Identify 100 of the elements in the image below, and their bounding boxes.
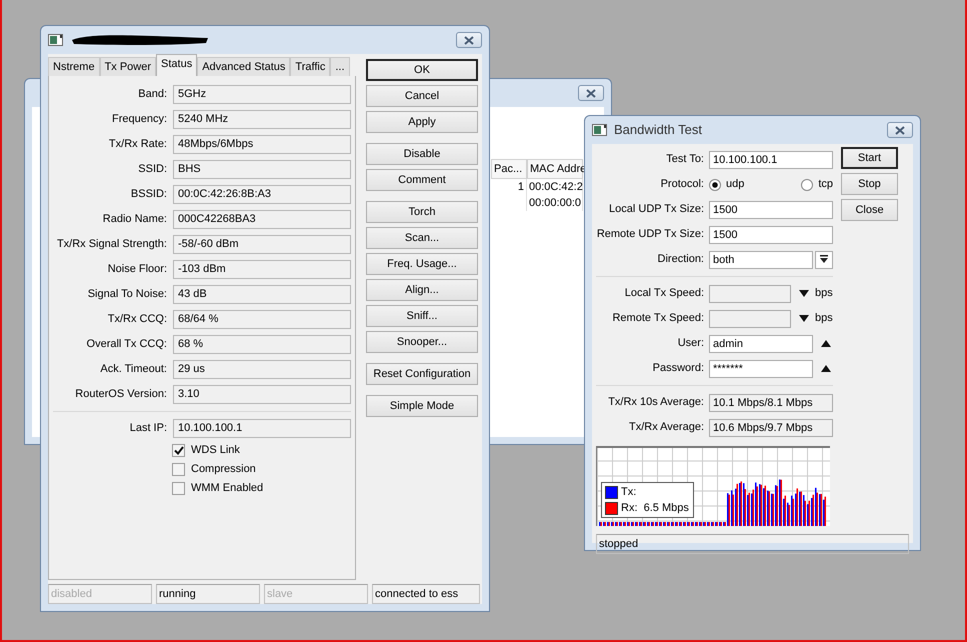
button[interactable]: Scan... [366,227,478,249]
close-button[interactable] [456,32,482,48]
readonly-field: 3.10 [173,385,351,404]
unit-label: bps [815,286,833,302]
input-field[interactable]: ******* [709,360,813,378]
input-field[interactable] [709,284,791,302]
checkbox-label: WDS Link [191,443,240,458]
field-label: Remote UDP Tx Size: [596,227,705,242]
readonly-field: 5240 MHz [173,110,351,129]
close-icon [895,126,905,134]
close-icon [464,36,474,44]
field-label: User: [676,336,705,352]
field-label: BSSID: [130,187,168,202]
checkbox[interactable] [172,482,185,495]
tab[interactable]: Nstreme [48,57,100,76]
button[interactable]: Align... [366,279,478,301]
button[interactable]: Torch [366,201,478,223]
button[interactable]: Snooper... [366,331,478,353]
readonly-field: 43 dB [173,285,351,304]
field-label: Local UDP Tx Size: [608,202,705,218]
radio-button[interactable] [801,178,814,190]
readonly-field: 48Mbps/6Mbps [173,135,351,154]
down-triangle-icon [799,290,809,297]
readonly-field: -103 dBm [173,260,351,279]
dropdown-button[interactable] [815,250,833,268]
input-field[interactable] [709,310,791,328]
checkbox-label: WMM Enabled [191,481,264,496]
field-label: Ack. Timeout: [99,362,168,378]
tab[interactable]: ... [330,57,350,76]
field-label: Last IP: [128,421,168,436]
button[interactable]: Comment [366,169,478,191]
field-label: Overall Tx CCQ: [86,337,168,352]
field-label: Tx/Rx 10s Average: [607,395,705,410]
window-icon [592,124,608,136]
readonly-field: -58/-60 dBm [173,235,351,254]
status-cell: disabled [48,584,152,604]
close-button[interactable] [887,122,913,138]
input-field[interactable]: 1500 [709,200,833,218]
column-header[interactable]: Pac... [491,159,527,179]
field-label: Test To: [665,152,705,168]
field-label: Signal To Noise: [86,287,168,302]
unit-label: bps [815,311,833,326]
button[interactable]: Cancel [366,85,478,107]
field-label: Frequency: [110,112,168,128]
field-label: Tx/Rx Average: [628,420,705,436]
window-icon [48,34,64,46]
input-field[interactable]: 1500 [709,226,833,244]
tab[interactable]: Tx Power [100,57,156,76]
up-triangle-icon [821,365,831,372]
field-label: Protocol: [660,177,705,192]
table-cell: 00:00:00:0 [529,197,581,209]
status-cell: slave [264,584,368,604]
readonly-field: BHS [173,160,351,179]
readonly-field: 68/64 % [173,310,351,329]
checkbox[interactable] [172,444,185,457]
close-icon [586,88,596,98]
table-cell: 1 [518,181,524,193]
tab[interactable]: Advanced Status [197,57,290,76]
button[interactable]: Close [841,199,898,221]
checkbox[interactable] [172,463,185,476]
status-cell: connected to ess [372,584,480,604]
radio-label: tcp [818,177,833,192]
readonly-field: 5GHz [173,85,351,104]
field-label: Tx/Rx CCQ: [106,312,168,328]
input-field[interactable]: admin [709,334,813,352]
button[interactable]: Freq. Usage... [366,253,478,275]
table-cell: 00:0C:42:2 [529,181,583,193]
legend-label: Rx: 6.5 Mbps [621,500,689,516]
readonly-field: 68 % [173,335,351,354]
dropdown-field[interactable]: both [709,250,813,268]
button[interactable]: Disable [366,143,478,165]
down-arrow-icon [820,255,828,264]
close-button[interactable] [578,85,604,101]
button[interactable]: Simple Mode [366,395,478,417]
field-label: Band: [137,87,168,102]
window-title: Bandwidth Test [614,121,702,140]
field-label: Tx/Rx Signal Strength: [56,237,168,252]
legend-label: Tx: [621,484,636,500]
field-label: Tx/Rx Rate: [108,137,168,152]
status-cell: running [156,584,260,604]
up-triangle-icon [821,340,831,347]
button[interactable]: Stop [841,173,898,195]
status-cell: stopped [596,534,909,554]
field-label: Local Tx Speed: [624,286,705,302]
button[interactable]: Start [841,147,898,169]
tab[interactable]: Traffic [290,57,330,76]
field-label: SSID: [137,162,168,178]
button[interactable]: Apply [366,111,478,133]
field-label: Noise Floor: [106,262,168,278]
button[interactable]: Reset Configuration [366,363,478,385]
readonly-field: 10.6 Mbps/9.7 Mbps [709,418,833,436]
radio-button[interactable] [709,178,721,190]
down-triangle-icon [799,315,809,322]
button[interactable]: Sniff... [366,305,478,327]
readonly-field: 00:0C:42:26:8B:A3 [173,185,351,204]
input-field[interactable]: 10.100.100.1 [709,150,833,168]
field-label: Password: [652,361,705,376]
button[interactable]: OK [366,59,478,81]
radio-label: udp [726,177,744,192]
tab[interactable]: Status [156,54,198,76]
